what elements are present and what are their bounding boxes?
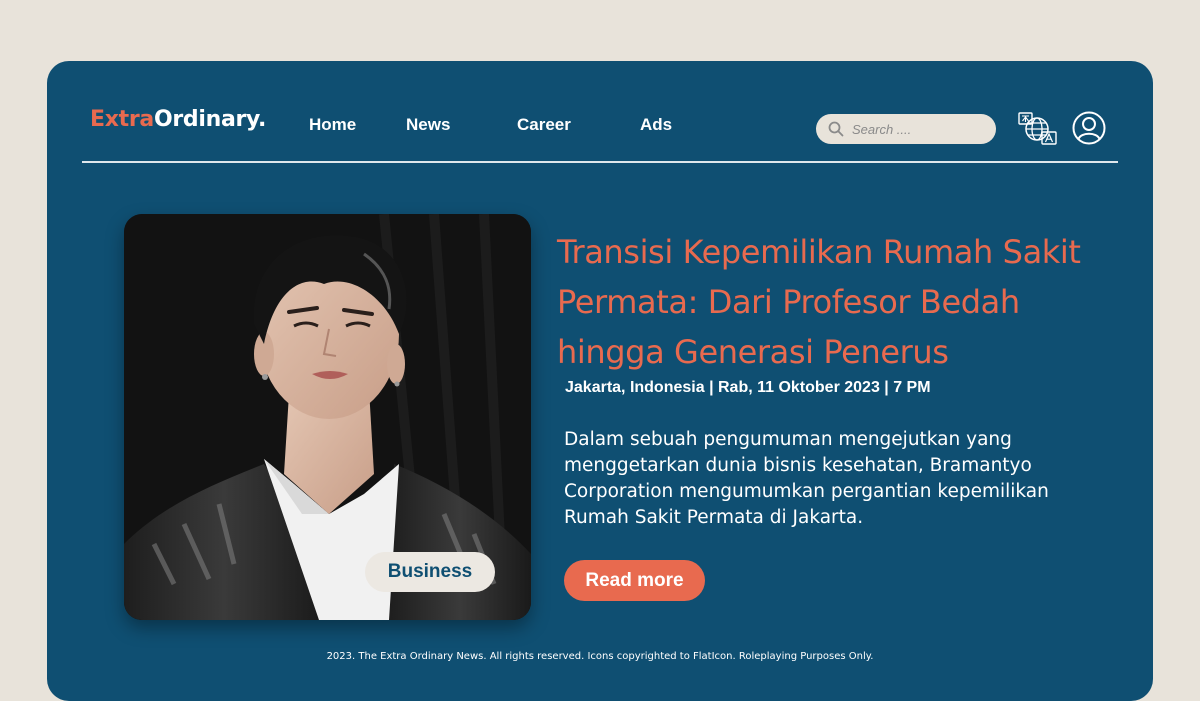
nav-home[interactable]: Home [309, 115, 356, 135]
footer-text: 2023. The Extra Ordinary News. All right… [326, 651, 874, 662]
nav-news[interactable]: News [406, 115, 450, 135]
logo-part-extra: Extra [90, 107, 154, 132]
article-summary: Dalam sebuah pengumuman mengejutkan yang… [564, 429, 1049, 528]
main-panel: ExtraOrdinary. Home News Career Ads Sear… [47, 61, 1153, 701]
article-meta: Jakarta, Indonesia | Rab, 11 Oktober 202… [565, 379, 931, 396]
article-title[interactable]: Transisi Kepemilikan Rumah Sakit Permata… [557, 227, 1117, 377]
language-globe-icon[interactable] [1018, 112, 1058, 146]
user-profile-icon[interactable] [1072, 111, 1106, 145]
nav-career[interactable]: Career [517, 115, 571, 135]
logo-part-ordinary: Ordinary. [153, 107, 267, 132]
read-more-button[interactable]: Read more [564, 560, 705, 601]
category-badge[interactable]: Business [365, 552, 495, 592]
search-input[interactable] [850, 120, 984, 138]
site-logo[interactable]: ExtraOrdinary. [90, 107, 266, 132]
article-image[interactable]: Business [124, 214, 531, 620]
header-divider [82, 161, 1118, 163]
search-bar[interactable] [816, 114, 996, 144]
nav-ads[interactable]: Ads [640, 115, 672, 135]
search-icon [828, 121, 844, 137]
